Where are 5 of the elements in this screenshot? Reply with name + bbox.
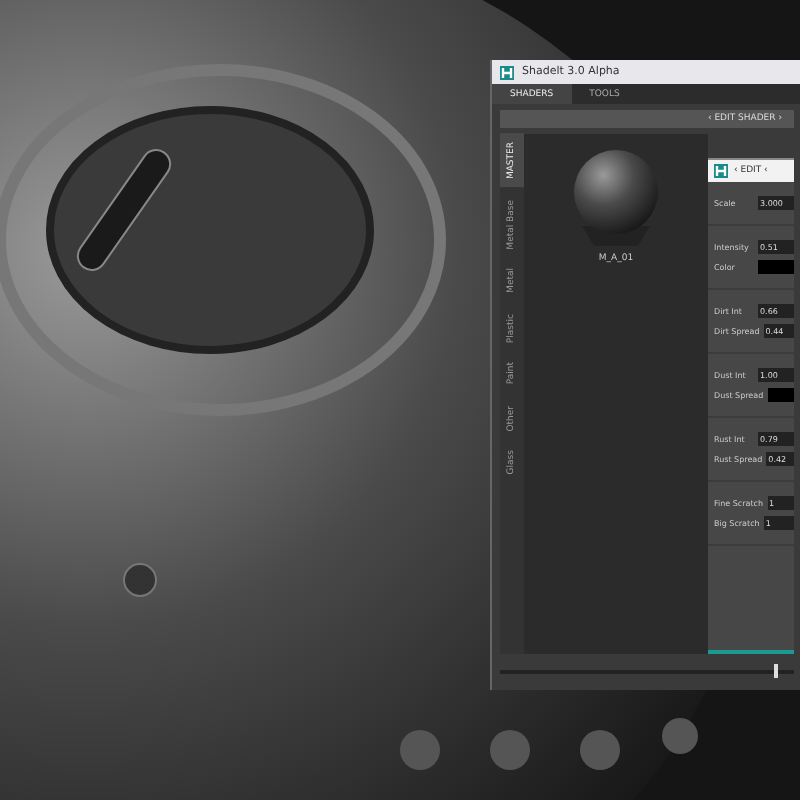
app-logo-icon — [714, 164, 728, 178]
color-swatch[interactable] — [767, 388, 794, 402]
slider-thumb[interactable] — [773, 664, 778, 678]
color-swatch[interactable] — [758, 260, 794, 274]
app-logo-icon — [500, 65, 514, 79]
